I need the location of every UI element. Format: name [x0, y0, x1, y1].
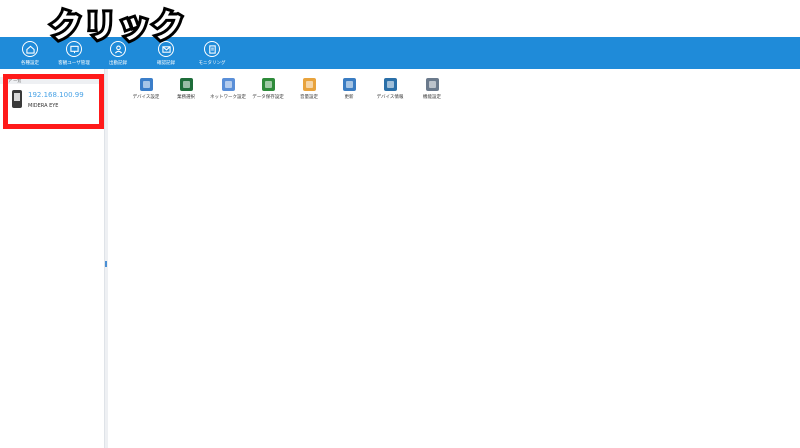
- data-storage-icon: [261, 78, 275, 91]
- device-ip-address: 192.168.100.99: [28, 91, 84, 99]
- sidebar-header: ア 一覧: [0, 77, 104, 84]
- toolbar-item-business-select[interactable]: 業務選択: [164, 78, 208, 100]
- toolbar-item-label: データ保存設定: [252, 95, 284, 100]
- device-info-icon: [383, 78, 397, 91]
- device-tablet-icon: [12, 90, 22, 108]
- toolbar-item-label: デバイス設定: [132, 95, 160, 100]
- toolbar-item-data-storage[interactable]: データ保存設定: [246, 78, 290, 100]
- toolbar-item-label: 音量設定: [300, 95, 318, 100]
- function-settings-icon: [425, 78, 439, 91]
- toolbar-item-function-settings[interactable]: 機能設定: [410, 78, 454, 100]
- sidebar-splitter[interactable]: [104, 69, 108, 448]
- device-name: MIDERA EYE: [28, 103, 59, 109]
- business-select-icon: [179, 78, 193, 91]
- nav-item-monitoring[interactable]: モニタリング: [182, 37, 242, 69]
- sidebar-collapse-handle[interactable]: [105, 261, 107, 267]
- toolbar-item-label: 業務選択: [177, 95, 195, 100]
- toolbar-item-label: デバイス情報: [376, 95, 404, 100]
- toolbar-item-update[interactable]: 更新: [327, 78, 371, 100]
- toolbar-item-label: 機能設定: [423, 95, 441, 100]
- toolbar-item-network-settings[interactable]: ネットワーク設定: [206, 78, 250, 100]
- toolbar-item-label: 更新: [344, 95, 354, 100]
- update-icon: [342, 78, 356, 91]
- toolbar-item-device-settings[interactable]: デバイス設定: [124, 78, 168, 100]
- home-icon: [22, 41, 38, 57]
- nav-item-label: モニタリング: [198, 61, 226, 66]
- volume-icon: [302, 78, 316, 91]
- device-sidebar: ア 一覧 192.168.100.99 MIDERA EYE: [0, 69, 105, 448]
- network-settings-icon: [221, 78, 235, 91]
- document-icon: [204, 41, 220, 57]
- toolbar-item-device-info[interactable]: デバイス情報: [368, 78, 412, 100]
- toolbar-item-label: ネットワーク設定: [210, 95, 246, 100]
- toolbar-item-volume[interactable]: 音量設定: [287, 78, 331, 100]
- device-list-item[interactable]: 192.168.100.99 MIDERA EYE: [4, 85, 104, 118]
- device-settings-icon: [139, 78, 153, 91]
- click-annotation: クリック: [47, 7, 187, 45]
